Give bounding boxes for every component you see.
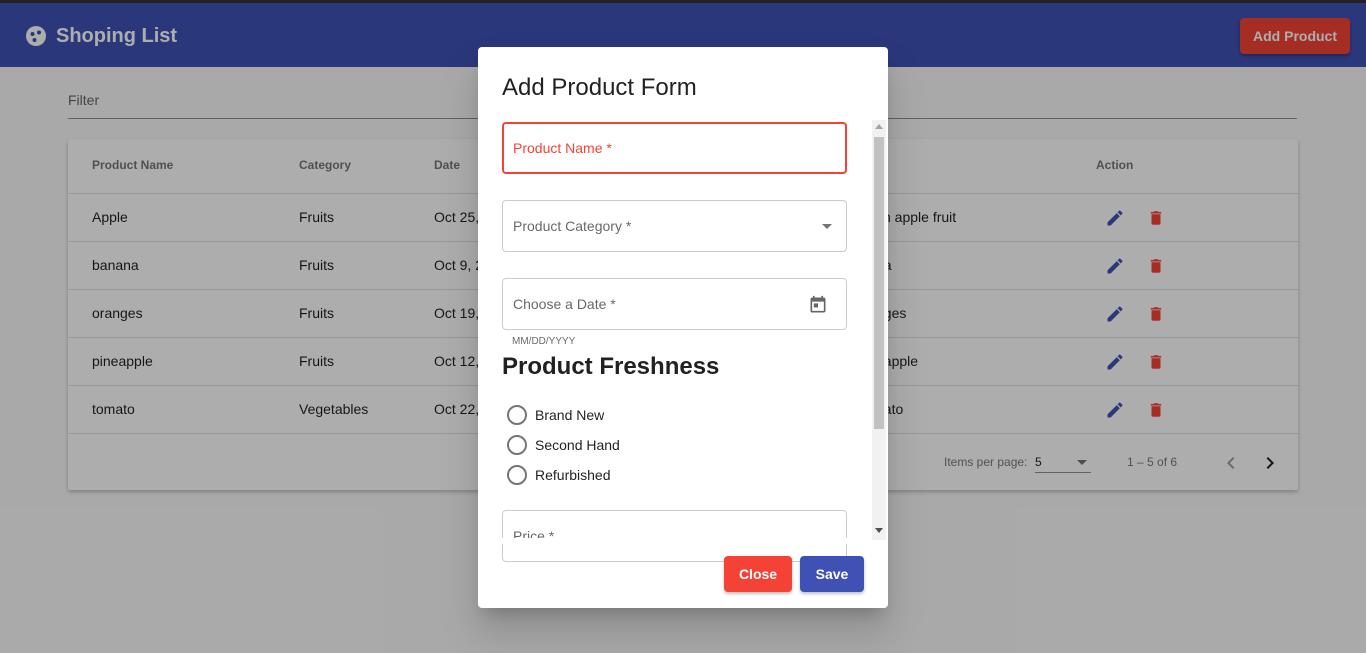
scrollbar-thumb[interactable]	[874, 137, 884, 429]
radio-button-icon[interactable]	[507, 435, 527, 455]
close-button[interactable]: Close	[724, 556, 792, 592]
product-name-field[interactable]: Product Name *	[502, 122, 847, 174]
calendar-icon[interactable]	[808, 295, 828, 315]
date-field[interactable]: Choose a Date *	[502, 278, 847, 330]
radio-label: Refurbished	[535, 467, 611, 483]
scroll-down-arrow-icon[interactable]	[875, 528, 883, 533]
save-button[interactable]: Save	[800, 556, 864, 592]
price-field[interactable]: Price *	[502, 510, 847, 562]
product-category-select[interactable]: Product Category *	[502, 200, 847, 252]
dialog-title: Add Product Form	[502, 74, 697, 101]
radio-label: Second Hand	[535, 437, 620, 453]
freshness-title: Product Freshness	[502, 353, 720, 380]
radio-button-icon[interactable]	[507, 405, 527, 425]
scroll-up-arrow-icon[interactable]	[875, 124, 883, 129]
add-product-dialog: Add Product Form Product Name * Product …	[478, 47, 888, 608]
dropdown-arrow-icon	[822, 224, 832, 229]
dialog-scrollbar[interactable]	[872, 120, 886, 540]
content-clip	[478, 538, 870, 544]
radio-button-icon[interactable]	[507, 465, 527, 485]
product-category-label: Product Category *	[513, 218, 632, 234]
radio-label: Brand New	[535, 407, 605, 423]
date-format-hint: MM/DD/YYYY	[512, 336, 576, 347]
product-name-label: Product Name *	[513, 140, 612, 156]
date-label: Choose a Date *	[513, 296, 616, 312]
